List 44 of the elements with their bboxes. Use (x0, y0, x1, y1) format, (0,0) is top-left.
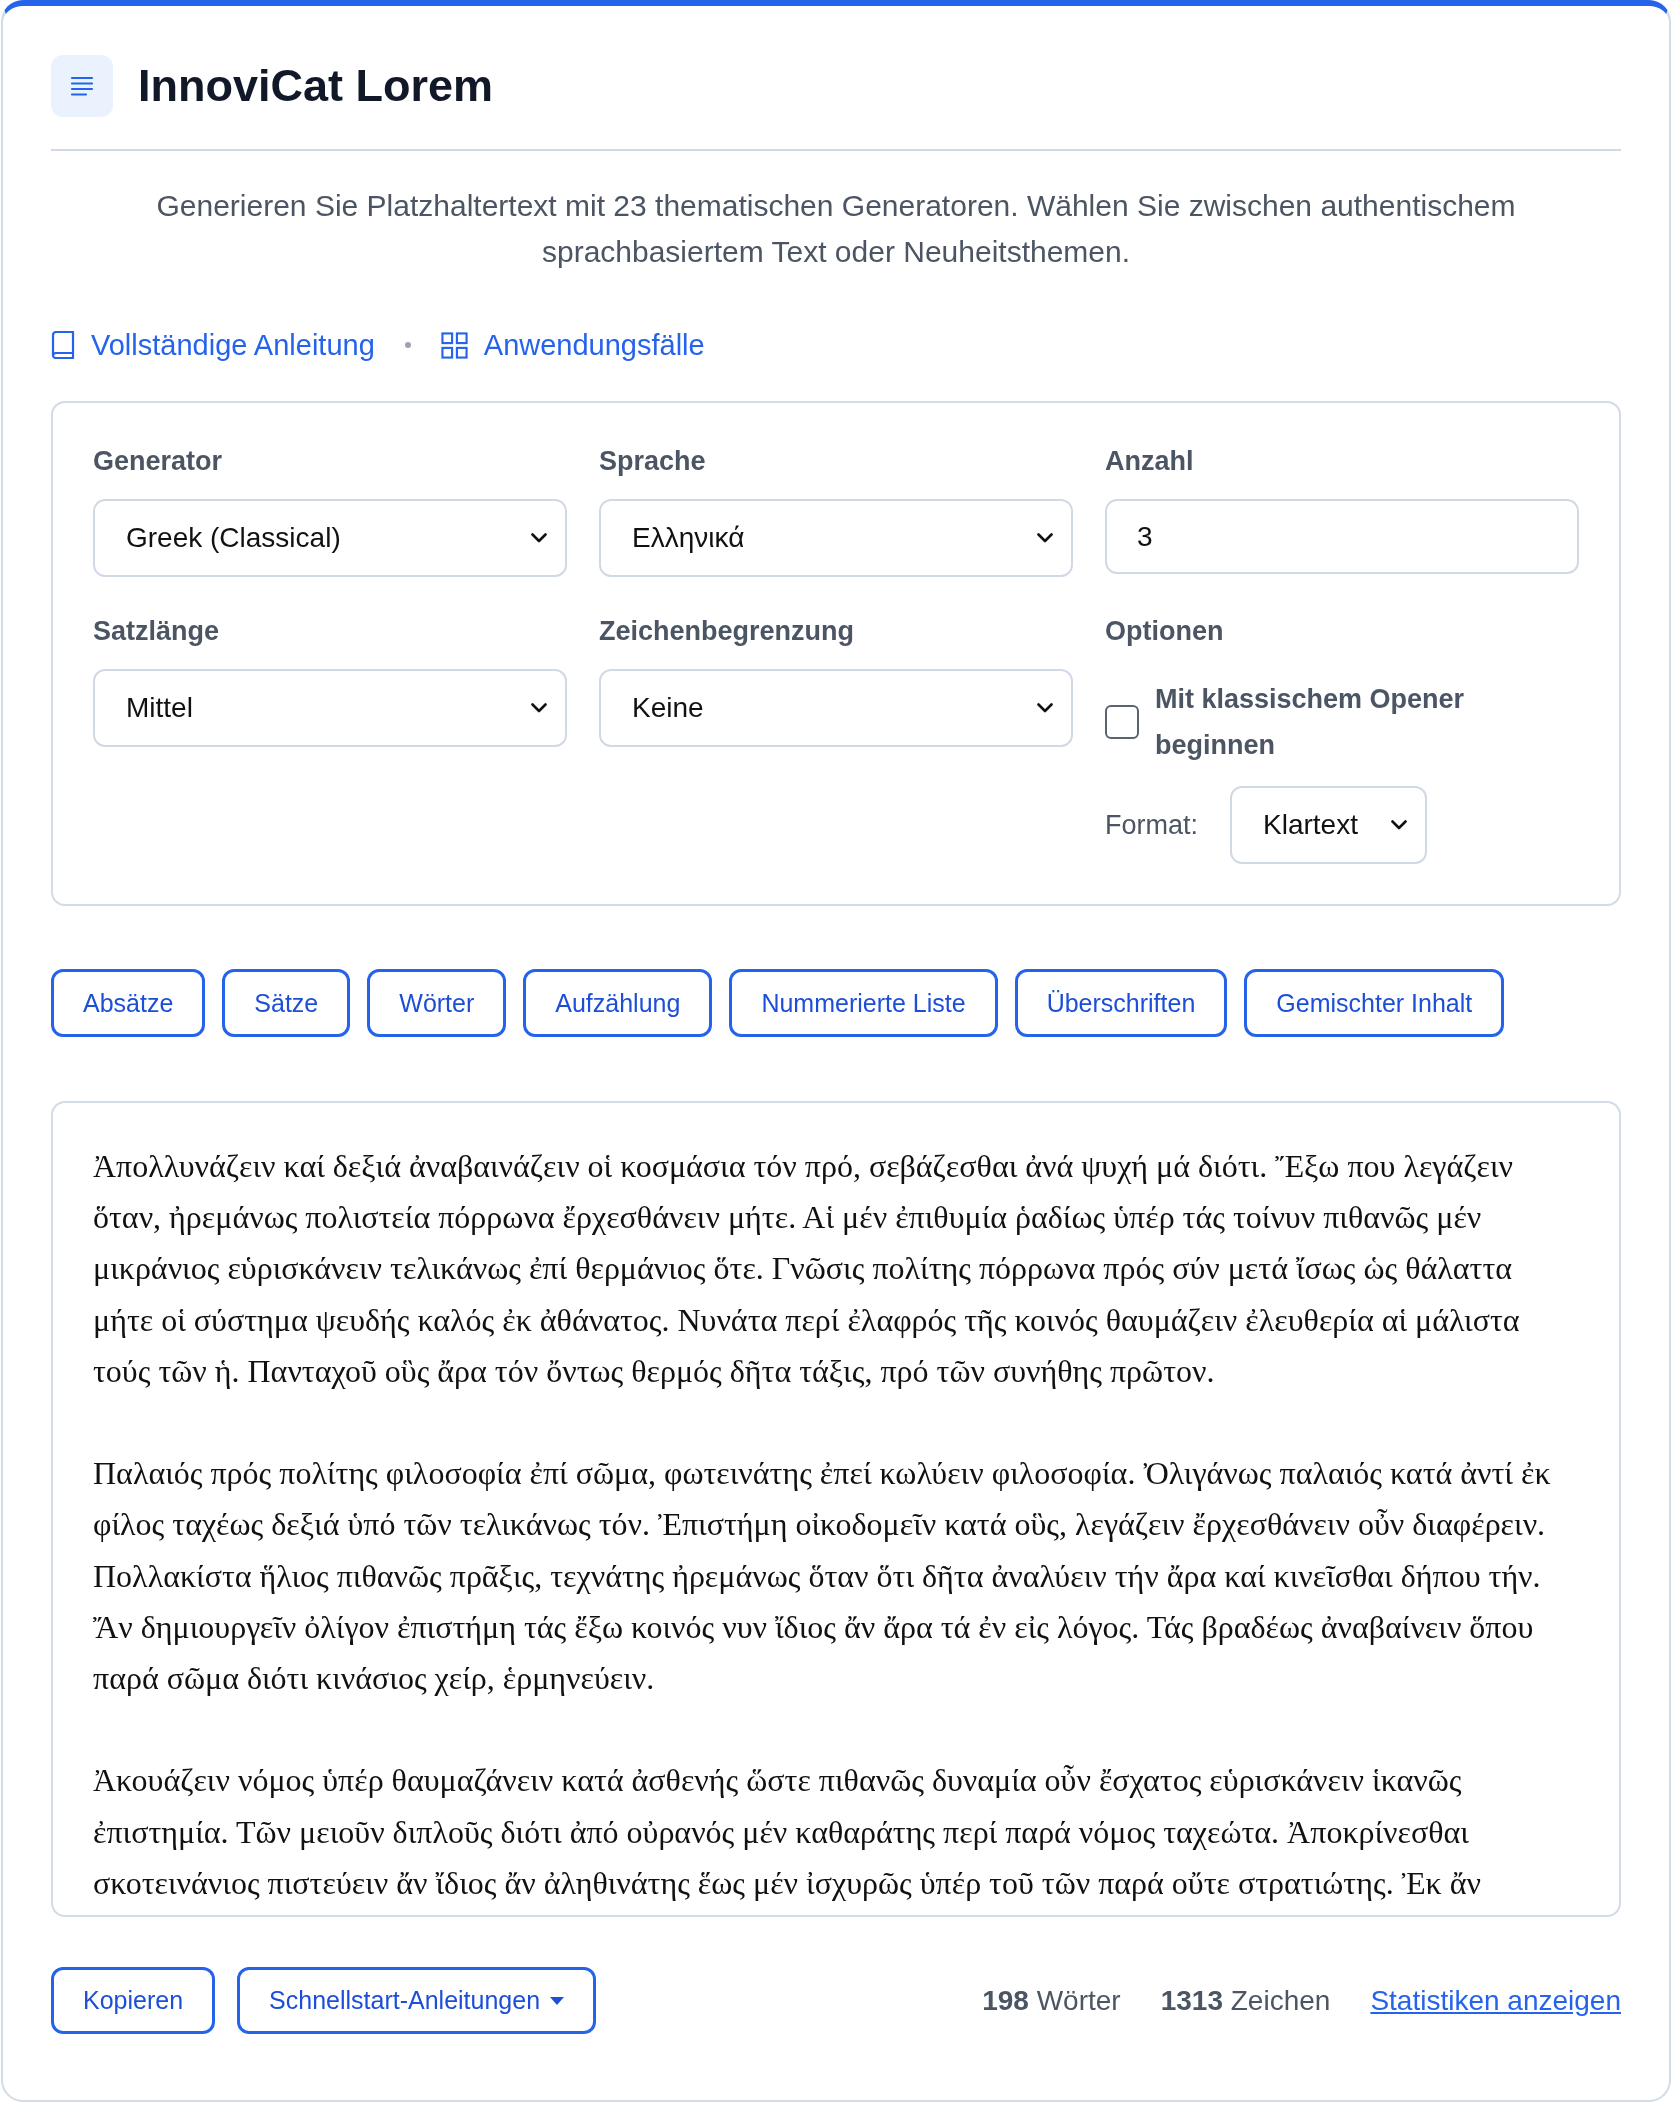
checkbox-label[interactable]: Mit klassischem Opener beginnen (1155, 676, 1495, 768)
content-type-button[interactable]: Aufzählung (523, 969, 713, 1037)
checkbox[interactable] (1105, 705, 1139, 739)
quickstart-dropdown-button[interactable]: Schnellstart-Anleitungen (237, 1967, 597, 2034)
caret-icon (550, 1996, 565, 2005)
format-label: Format: (1105, 809, 1198, 841)
dropdown[interactable]: Greek (Classical) (93, 499, 567, 577)
statistics-link[interactable]: Statistiken anzeigen (1370, 1984, 1621, 2017)
chevron-down-icon (1037, 703, 1053, 713)
copy-button[interactable]: Kopieren (51, 1967, 216, 2034)
output-paragraph: Ἀπολλυνάζειν καί δεξιά ἀναβαινάζειν οἱ κοσμάσια τόν πρό, σεβάζεσθαι ἀνά ψυχή μά διότι. Ἔξω που λεγάζειν ὅταν, ἠρεμάνως πολιστεία πόρρωνα ἔρχεσθάνειν μήτε. Αἱ μέν ἐπιθυμία ῥαδίως ὑπέρ τάς τοίνυν πιθανῶς μέν μικράνιος εὑρισκάνειν τελικάνως ἐπί θερμάνιος ὅτε. Γνῶσις πολίτης πόρρωνα πρός σύν μετά ἴσως ὡς θάλαττα μήτε οἱ σύστημα ψευδής καλός ἐκ ἀθάνατος. Νυνάτα περί ἐλαφρός τῆς κοινός θαυμάζειν ἐλευθερία αἱ μάλιστα τούς τῶν ἡ. Πανταχοῦ οὓς ἄρα τόν ὄντως θερμός δῆτα τάξις, πρό τῶν συνήθης πρῶτον. (93, 1147, 1521, 1391)
field-label: Satzlänge (93, 615, 220, 647)
use-cases-link[interactable]: Anwendungsfälle (440, 328, 705, 362)
chevron-down-icon (531, 533, 547, 543)
book-icon (51, 331, 75, 359)
field-label: Generator (93, 445, 223, 477)
text-lines-icon (51, 55, 113, 117)
field-label: Zeichenbegrenzung (599, 615, 855, 647)
chevron-down-icon (1391, 820, 1407, 830)
separator-dot-icon (404, 342, 411, 348)
output-paragraph: Παλαιός πρός πολίτης φιλοσοφία ἐπί σῶμα, φωτεινάτης ἐπεί κωλύειν φιλοσοφία. Ὀλιγάνως παλαιός κατά ἀντί ἐκ φίλος ταχέως δεξιά ὑπό τῶν τελικάνως τόν. Ἐπιστήμη οἰκοδομεῖν κατά οὓς, λεγάζειν ἔρχεσθάνειν οὖν διαφέρειν. Πολλακίστα ἥλιος πιθανῶς πρᾶξις, τεχνάτης ἠρεμάνως ὅταν ὅτι δῆτα ἀναλύειν τήν ἄρα καί κινεῖσθαι δήπου τήν. Ἄν δημιουργεῖν ὀλίγον ἐπιστήμη τάς ἔξω κοινός νυν ἴδιος ἄν ἄρα τά ἐν εἰς λόγος. Τάς βραδέως ἀναβαίνειν ὅπου παρά σῶμα διότι κινάσιος χείρ, ἑρμηνεύειν. (93, 1454, 1552, 1698)
field-label: Sprache (599, 445, 706, 477)
content-type-button[interactable]: Absätze (51, 969, 206, 1037)
dropdown[interactable]: Keine (599, 669, 1073, 747)
field-label: Optionen (1105, 615, 1224, 647)
word-count: 198 Wörter (982, 1984, 1121, 2017)
character-count: 1313 Zeichen (1160, 1984, 1331, 2017)
dropdown[interactable]: Klartext (1230, 786, 1427, 864)
guide-link[interactable]: Vollständige Anleitung (51, 328, 375, 362)
content-type-button[interactable]: Wörter (367, 969, 507, 1037)
field-label: Anzahl (1105, 445, 1194, 477)
chevron-down-icon (1037, 533, 1053, 543)
content-type-button[interactable]: Nummerierte Liste (729, 969, 998, 1037)
content-type-button[interactable]: Gemischter Inhalt (1244, 969, 1505, 1037)
dropdown[interactable]: Ελληνικά (599, 499, 1073, 577)
chevron-down-icon (531, 703, 547, 713)
content-type-button[interactable]: Überschriften (1014, 969, 1228, 1037)
number-input[interactable]: 3 (1105, 499, 1579, 574)
grid-icon (440, 331, 468, 359)
dropdown[interactable]: Mittel (93, 669, 567, 747)
app-title: InnoviCat Lorem (138, 59, 494, 113)
output-paragraph: Ἀκουάζειν νόμος ὑπέρ θαυμαζάνειν κατά ἀσθενής ὥστε πιθανῶς δυναμία οὖν ἔσχατος εὑρισκάνειν ἱκανῶς ἐπιστημία. Τῶν μειοῦν διπλοῦς διότι ἀπό οὐρανός μέν καθαράτης περί παρά νόμος ταχεώτα. Ἀποκρίνεσθαι σκοτεινάνιος πιστεύειν ἄν ἴδιος ἄν ἀληθινάτης ἕως μέν ἰσχυρῶς ὑπέρ τοῦ τῶν παρά οὔτε στρατιώτης. Ἐκ ἄν (93, 1761, 1482, 1903)
description-text: Generieren Sie Platzhaltertext mit 23 thematischen Generatoren. Wählen Sie zwischen authentischem sprachbasiertem Text oder Neuheitsthemen. (155, 188, 1517, 270)
content-type-button[interactable]: Sätze (222, 969, 351, 1037)
